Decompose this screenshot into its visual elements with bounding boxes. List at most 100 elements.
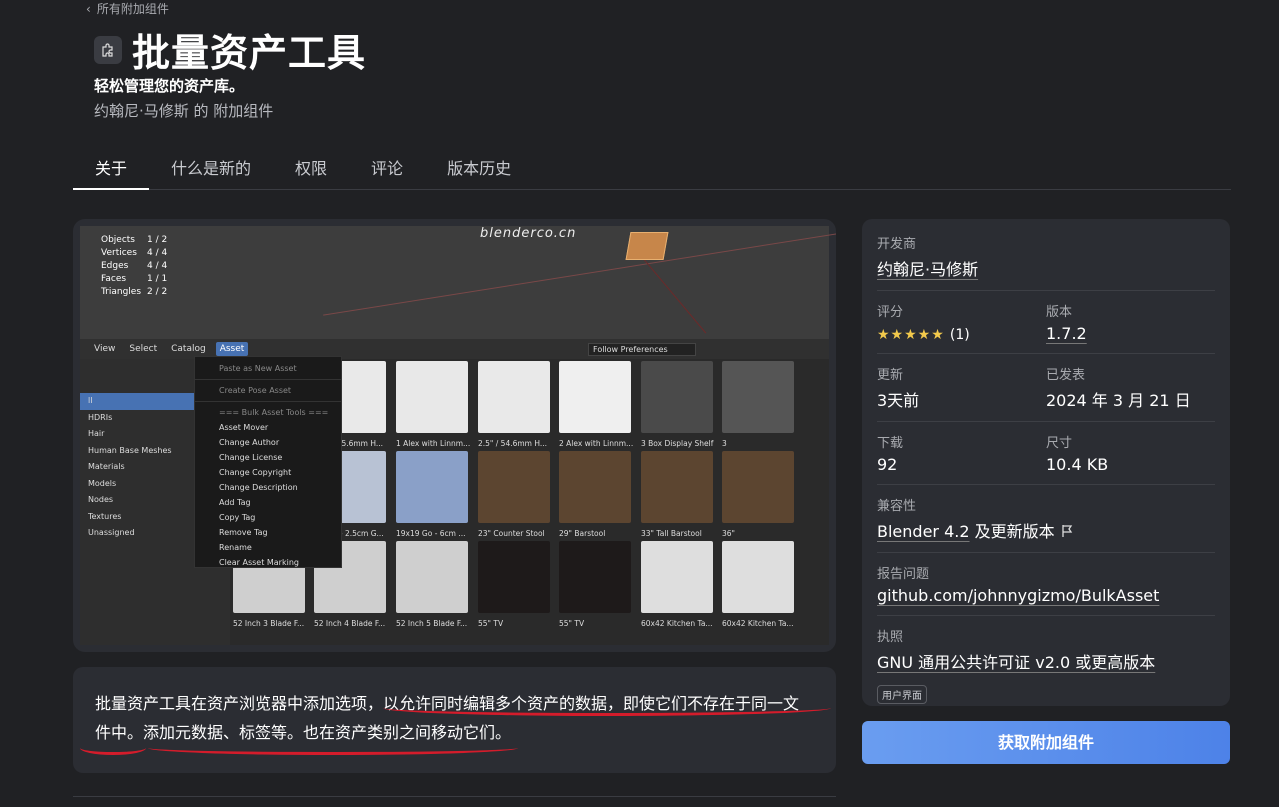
back-link-label: 所有附加组件 [96, 2, 169, 16]
menu-item: Rename [219, 543, 252, 552]
size-label: 尺寸 [1046, 436, 1073, 451]
info-panel: 开发商 约翰尼·马修斯 评分 ★★★★★ (1) 版本 1.7.2 更新 3天前… [862, 219, 1230, 706]
rating-label: 评分 [877, 305, 904, 320]
asset-label: 52 Inch 4 Blade F... [314, 619, 386, 628]
compat-version-link[interactable]: Blender 4.2 [877, 522, 970, 541]
asset-label: 2.5" / 54.6mm H... [478, 439, 548, 448]
back-link[interactable]: ‹ 所有附加组件 [86, 0, 169, 17]
menu-item: Change License [219, 453, 283, 462]
asset-thumbnail [641, 361, 713, 433]
asset-thumbnail [559, 451, 631, 523]
developer-link[interactable]: 约翰尼·马修斯 [877, 256, 1215, 280]
menu-item: Remove Tag [219, 528, 268, 537]
asset-label: 55" TV [559, 619, 585, 628]
tagline: 轻松管理您的资产库。 [94, 77, 245, 95]
tab-whats-new[interactable]: 什么是新的 [149, 150, 273, 190]
asset-thumbnail [478, 361, 550, 433]
tab-version-history[interactable]: 版本历史 [425, 150, 533, 190]
menu-item: Change Author [219, 438, 280, 447]
license-link[interactable]: GNU 通用公共许可证 v2.0 或更高版本 [877, 649, 1215, 673]
flag-icon[interactable] [1060, 523, 1074, 542]
asset-label: 1 Alex with Linnm... [396, 439, 471, 448]
puzzle-icon [94, 35, 122, 64]
report-label: 报告问题 [877, 567, 930, 582]
menu-catalog: Catalog [171, 344, 206, 354]
asset-cell: 2.5" / 54.6mm H... [478, 361, 554, 448]
viewport-3d: Objects 1 / 2 Vertices 4 / 4 Edges 4 / 4 Fa… [80, 226, 836, 339]
report-link[interactable]: github.com/johnnygizmo/BulkAsset [877, 586, 1215, 605]
asset-thumbnail [722, 451, 794, 523]
annotation-underline [383, 700, 831, 716]
star-rating: ★★★★★ [877, 327, 945, 343]
downloads-value: 92 [877, 455, 898, 474]
preview-screenshot[interactable]: Objects 1 / 2 Vertices 4 / 4 Edges 4 / 4 Fa… [73, 219, 836, 652]
asset-label: 29" Barstool [559, 529, 606, 538]
size-value: 10.4 KB [1046, 455, 1109, 474]
asset-thumbnail [722, 541, 794, 613]
asset-browser-menubar: View Select Catalog Asset Follow Prefere… [80, 339, 829, 359]
asset-label: 60x42 Kitchen Ta... [722, 619, 794, 628]
get-addon-button[interactable]: 获取附加组件 [862, 721, 1230, 764]
menu-item: === Bulk Asset Tools === [219, 408, 329, 417]
tab-permissions[interactable]: 权限 [273, 150, 349, 190]
watermark: blenderco.cn [480, 226, 577, 241]
asset-cell: 60x42 Kitchen Ta... [641, 541, 717, 628]
plane-object [625, 232, 669, 260]
asset-thumbnail [641, 541, 713, 613]
asset-label: 3 Box Display Shelf [641, 439, 714, 448]
asset-cell: 55" TV [559, 541, 635, 628]
version-link[interactable]: 1.7.2 [1046, 324, 1215, 343]
byline: 约翰尼·马修斯 的 附加组件 [94, 102, 274, 120]
annotation-underline [80, 741, 146, 755]
asset-label: 52 Inch 5 Blade F... [396, 619, 468, 628]
asset-cell: 2 Alex with Linnm... [559, 361, 635, 448]
tab-about[interactable]: 关于 [73, 150, 150, 190]
asset-label: 52 Inch 3 Blade F... [233, 619, 305, 628]
developer-label: 开发商 [877, 237, 917, 252]
menu-item: Add Tag [219, 498, 251, 507]
asset-browser: View Select Catalog Asset Follow Prefere… [80, 339, 829, 645]
asset-cell: 3 Box Display Shelf [641, 361, 717, 448]
asset-thumbnail [396, 361, 468, 433]
asset-thumbnail [559, 541, 631, 613]
rating-count: (1) [949, 327, 970, 343]
menu-item: Create Pose Asset [219, 386, 292, 395]
menu-item: Clear Asset Marking [219, 558, 299, 567]
asset-cell: 23" Counter Stool [478, 451, 554, 538]
asset-cell: 3 [722, 361, 798, 448]
asset-thumbnail [478, 541, 550, 613]
tab-reviews[interactable]: 评论 [349, 150, 425, 190]
menu-item: Change Description [219, 483, 298, 492]
divider [73, 796, 836, 797]
asset-cell: 29" Barstool [559, 451, 635, 538]
chevron-left-icon: ‹ [86, 1, 91, 16]
asset-label: 36" [722, 529, 735, 538]
page: ‹ 所有附加组件 批量资产工具 轻松管理您的资产库。 约翰尼·马修斯 的 附加组… [0, 0, 1279, 807]
page-title: 批量资产工具 [132, 31, 367, 75]
asset-cell: 1 Alex with Linnm... [396, 361, 472, 448]
asset-label: 23" Counter Stool [478, 529, 545, 538]
asset-cell: 60x42 Kitchen Ta... [722, 541, 798, 628]
asset-label: 33" Tall Barstool [641, 529, 702, 538]
asset-cell: 36" [722, 451, 798, 538]
downloads-label: 下载 [877, 436, 904, 451]
asset-label: 60x42 Kitchen Ta... [641, 619, 713, 628]
asset-thumbnail [559, 361, 631, 433]
asset-thumbnail [478, 451, 550, 523]
context-menu: Paste as New Asset Create Pose Asset ===… [194, 356, 342, 568]
description: 批量资产工具在资产浏览器中添加选项，以允许同时编辑多个资产的数据，即使它们不存在… [73, 667, 836, 773]
tag-badge[interactable]: 用户界面 [877, 685, 927, 704]
version-label: 版本 [1046, 305, 1073, 320]
published-label: 已发表 [1046, 368, 1086, 383]
menu-select: Select [129, 344, 158, 354]
menu-asset: Asset [215, 342, 249, 356]
stats-overlay: Objects 1 / 2 Vertices 4 / 4 Edges 4 / 4 Fa… [101, 235, 168, 297]
menu-item: Asset Mover [219, 423, 269, 432]
asset-thumbnail [396, 541, 468, 613]
menu-view: View [94, 344, 116, 354]
compat-label: 兼容性 [877, 499, 917, 514]
asset-label: 55" TV [478, 619, 504, 628]
asset-thumbnail [641, 451, 713, 523]
asset-cell: 55" TV [478, 541, 554, 628]
asset-cell: 52 Inch 5 Blade F... [396, 541, 472, 628]
